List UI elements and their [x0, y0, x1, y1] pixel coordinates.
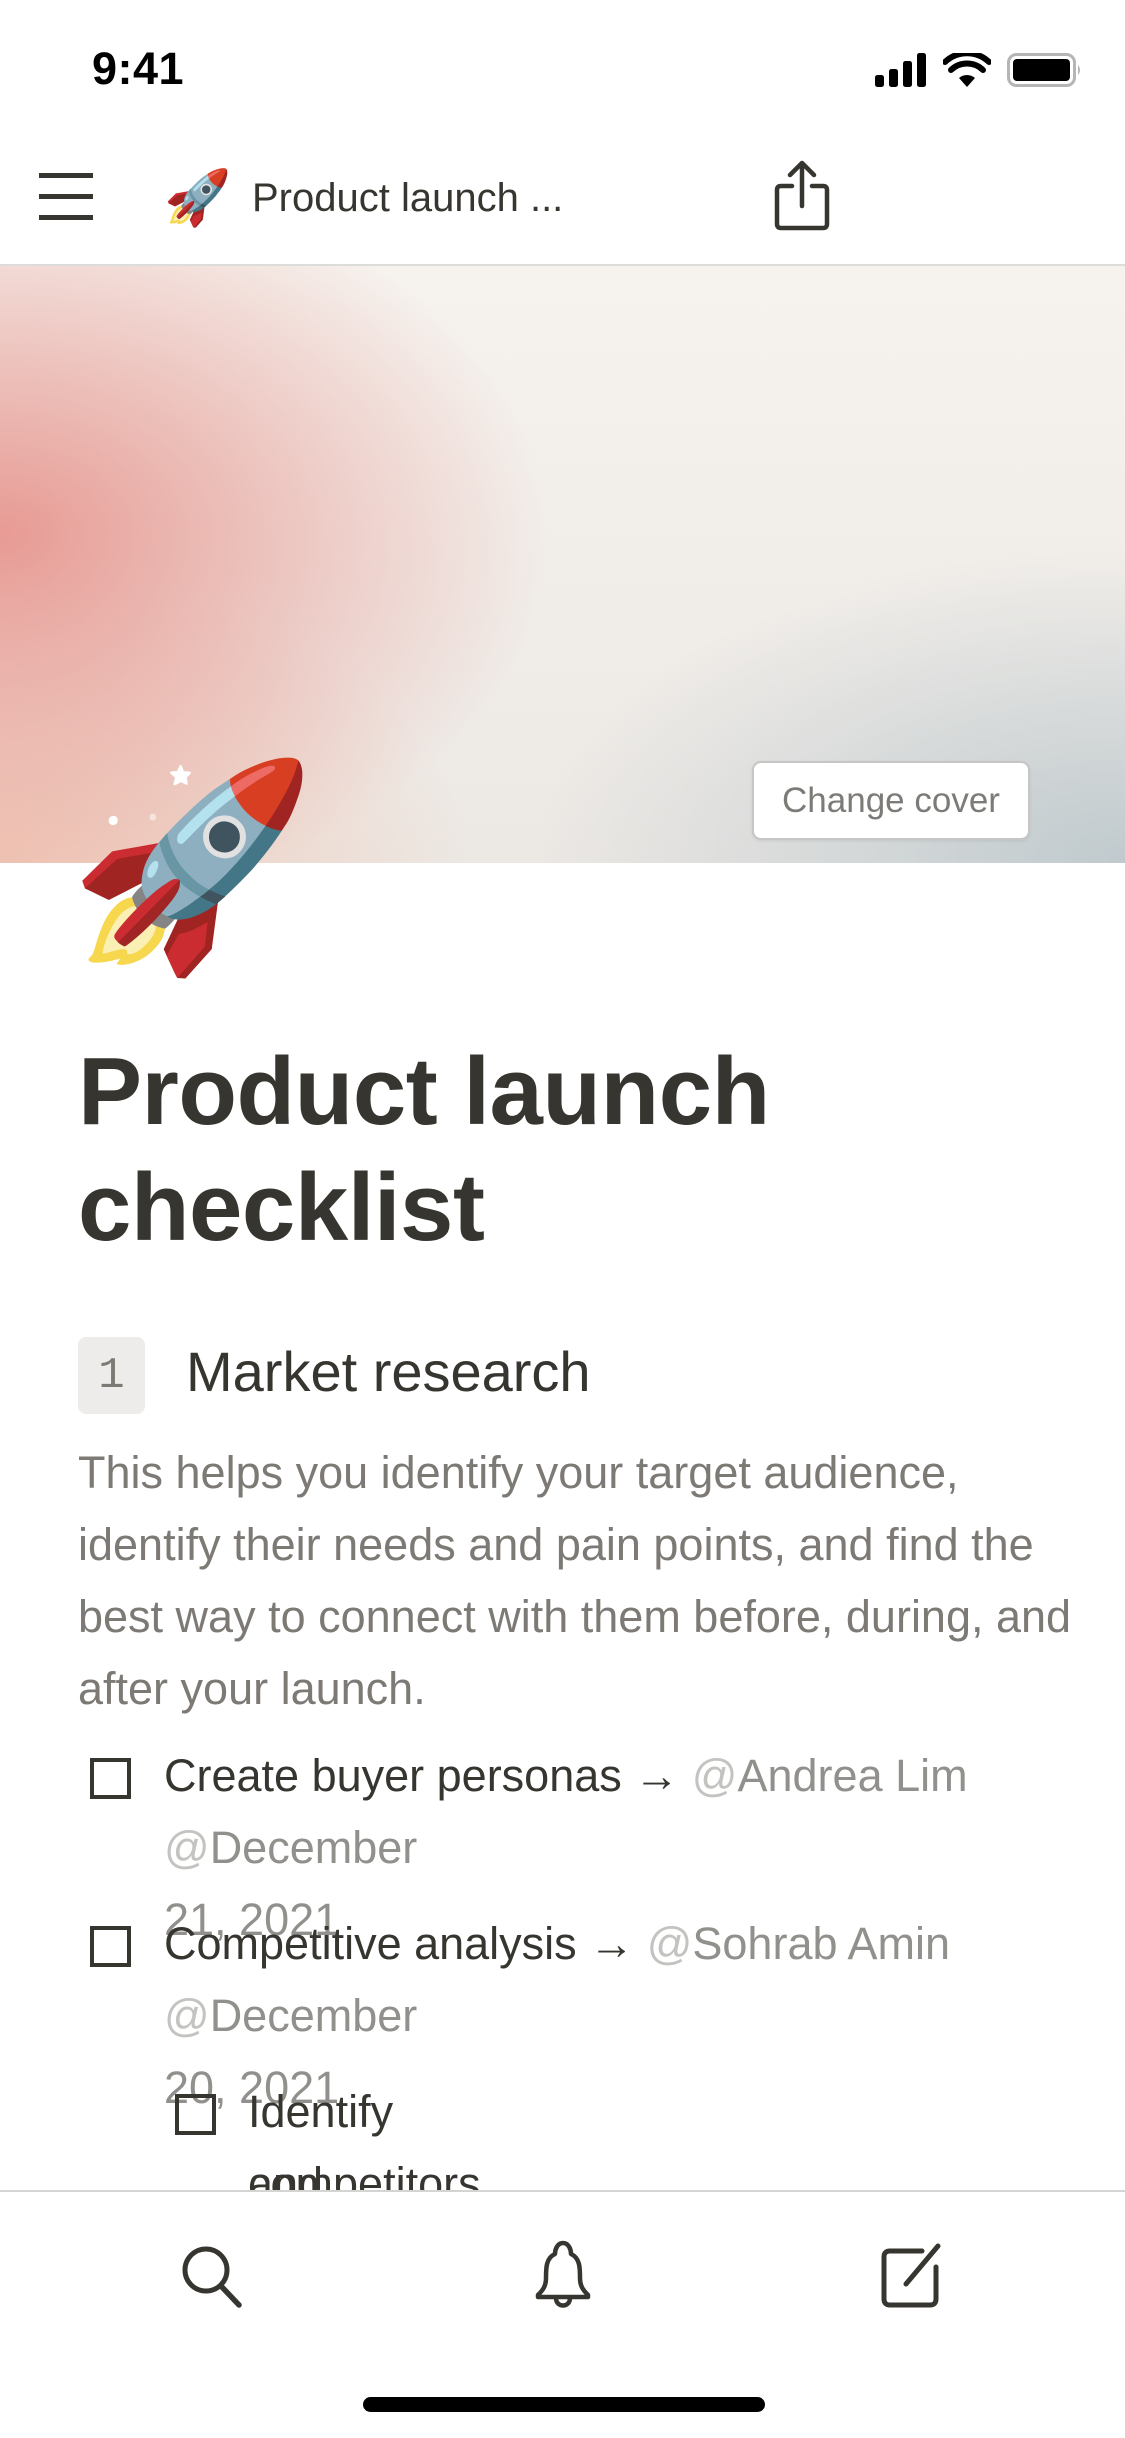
notifications-button[interactable] — [523, 2236, 603, 2316]
cellular-signal-icon — [875, 53, 926, 87]
search-icon — [182, 2246, 242, 2308]
change-cover-button[interactable]: Change cover — [752, 761, 1030, 840]
section-heading[interactable]: Market research — [186, 1336, 591, 1408]
assignee-mention[interactable]: @Andrea Lim — [692, 1750, 968, 1801]
mention-at-symbol: @ — [691, 1750, 738, 1801]
todo-checkbox[interactable] — [175, 2094, 216, 2135]
todo-text[interactable]: Create buyer personas → @Andrea Lim — [164, 1740, 1064, 1812]
todo-checkbox[interactable] — [90, 1926, 131, 1967]
top-navbar: 🚀 Product launch ... — [0, 130, 1125, 266]
todo-label: Competitive analysis — [164, 1918, 577, 1969]
search-button[interactable] — [172, 2236, 252, 2316]
bell-icon — [535, 2240, 591, 2308]
page-icon-rocket[interactable]: 🚀 — [68, 752, 317, 982]
status-time: 9:41 — [92, 43, 185, 94]
mention-at-symbol: @ — [164, 1822, 210, 1873]
share-button[interactable] — [770, 160, 834, 232]
section-number-badge: 1 — [78, 1337, 145, 1414]
home-indicator[interactable] — [363, 2397, 765, 2412]
new-page-button[interactable] — [873, 2236, 953, 2316]
battery-icon — [1007, 53, 1080, 87]
section-description[interactable]: This helps you identify your target audi… — [78, 1437, 1078, 1725]
assignee-mention[interactable]: @Sohrab Amin — [647, 1918, 950, 1969]
mention-at-symbol: @ — [164, 1990, 210, 2041]
page-emoji-icon: 🚀 — [164, 168, 232, 228]
share-icon — [774, 160, 830, 231]
mention-name: Andrea Lim — [737, 1750, 968, 1801]
mention-name: Sohrab Amin — [692, 1918, 951, 1969]
todo-text[interactable]: Competitive analysis → @Sohrab Amin — [164, 1908, 1064, 1980]
hamburger-menu-icon[interactable] — [39, 173, 93, 221]
mention-at-symbol: @ — [646, 1918, 693, 1969]
status-icons — [875, 52, 1083, 88]
wifi-icon — [943, 53, 991, 87]
todo-checkbox[interactable] — [90, 1758, 131, 1799]
arrow-icon: → — [589, 1918, 635, 1969]
arrow-icon: → — [634, 1750, 680, 1801]
compose-icon — [881, 2243, 941, 2308]
todo-label: Create buyer personas — [164, 1750, 622, 1801]
page-title[interactable]: Product launch checklist — [78, 1034, 1078, 1266]
nav-page-title[interactable]: Product launch ... — [252, 172, 563, 224]
